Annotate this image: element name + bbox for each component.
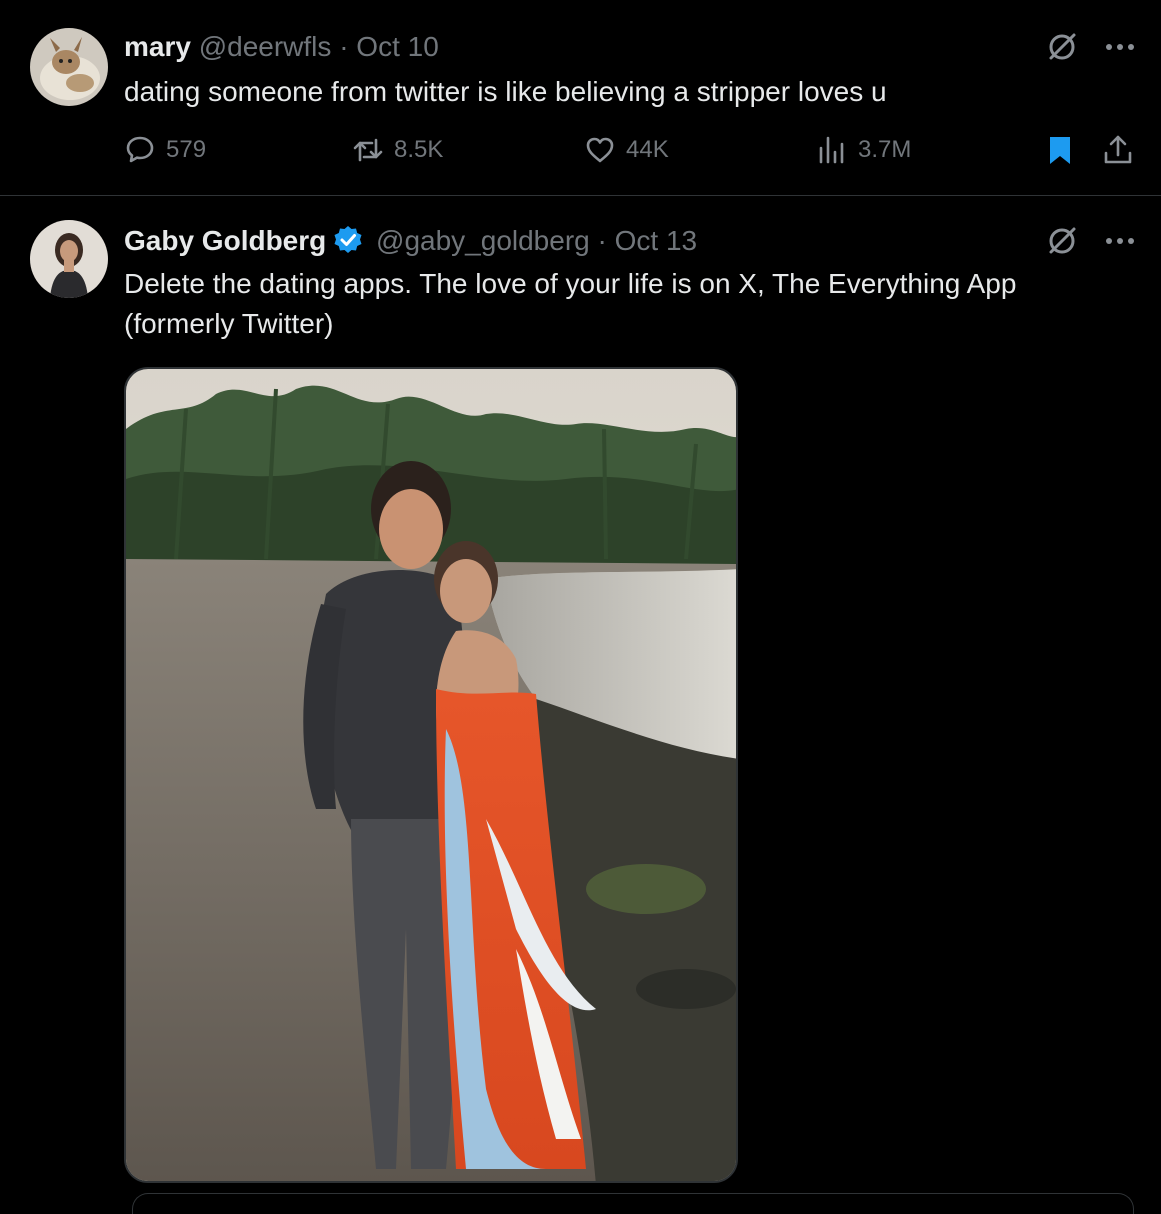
bookmark-button[interactable] [1044,134,1076,166]
tweet-text: dating someone from twitter is like beli… [124,76,887,107]
verified-badge-icon[interactable] [332,224,364,256]
like-icon [586,137,614,163]
reply-count: 579 [166,136,207,163]
reply-icon [126,136,154,163]
tweet-date[interactable]: Oct 13 [615,225,697,256]
tweet-photo[interactable] [124,367,738,1183]
tweet-date[interactable]: Oct 10 [356,31,438,62]
avatar-mary[interactable] [30,28,108,106]
display-name[interactable]: mary [124,31,191,62]
like-count: 44K [626,136,669,163]
repost-icon [353,138,383,162]
user-handle[interactable]: @deerwfls [199,31,332,62]
separator-dot: · [339,31,349,62]
share-button[interactable] [1102,134,1134,166]
views-button[interactable]: 3.7M [816,134,911,166]
tweet-card-gaby[interactable]: Gaby Goldberg @gaby_goldberg · Oct 13 De… [0,196,1161,1214]
beach-couple-photo [126,369,736,1181]
tweet-top-icons [1045,30,1135,64]
tweet-header: Gaby Goldberg @gaby_goldberg · Oct 13 [124,224,697,258]
bookmark-icon [1050,137,1070,164]
next-card-edge [132,1193,1134,1214]
views-icon [819,136,844,164]
more-icon[interactable] [1105,236,1135,246]
reply-button[interactable]: 579 [124,134,206,166]
avatar-gaby[interactable] [30,220,108,298]
tweet-header: mary @deerwfls · Oct 10 [124,30,439,64]
repost-count: 8.5K [394,136,444,163]
tweet-top-icons [1045,224,1135,258]
tweet-card-mary[interactable]: mary @deerwfls · Oct 10 dating someone f… [0,0,1161,196]
share-icon [1104,135,1132,164]
tweet-text: Delete the dating apps. The love of your… [124,268,1017,339]
display-name[interactable]: Gaby Goldberg [124,225,326,256]
like-button[interactable]: 44K [584,134,669,166]
tweet-actions: 579 8.5K 44K 3.7M [124,134,1144,174]
user-handle[interactable]: @gaby_goldberg [376,225,590,256]
views-count: 3.7M [858,136,912,163]
repost-button[interactable]: 8.5K [352,134,443,166]
grok-icon[interactable] [1045,224,1079,258]
more-icon[interactable] [1105,42,1135,52]
grok-icon[interactable] [1045,30,1079,64]
separator-dot: · [597,225,607,256]
